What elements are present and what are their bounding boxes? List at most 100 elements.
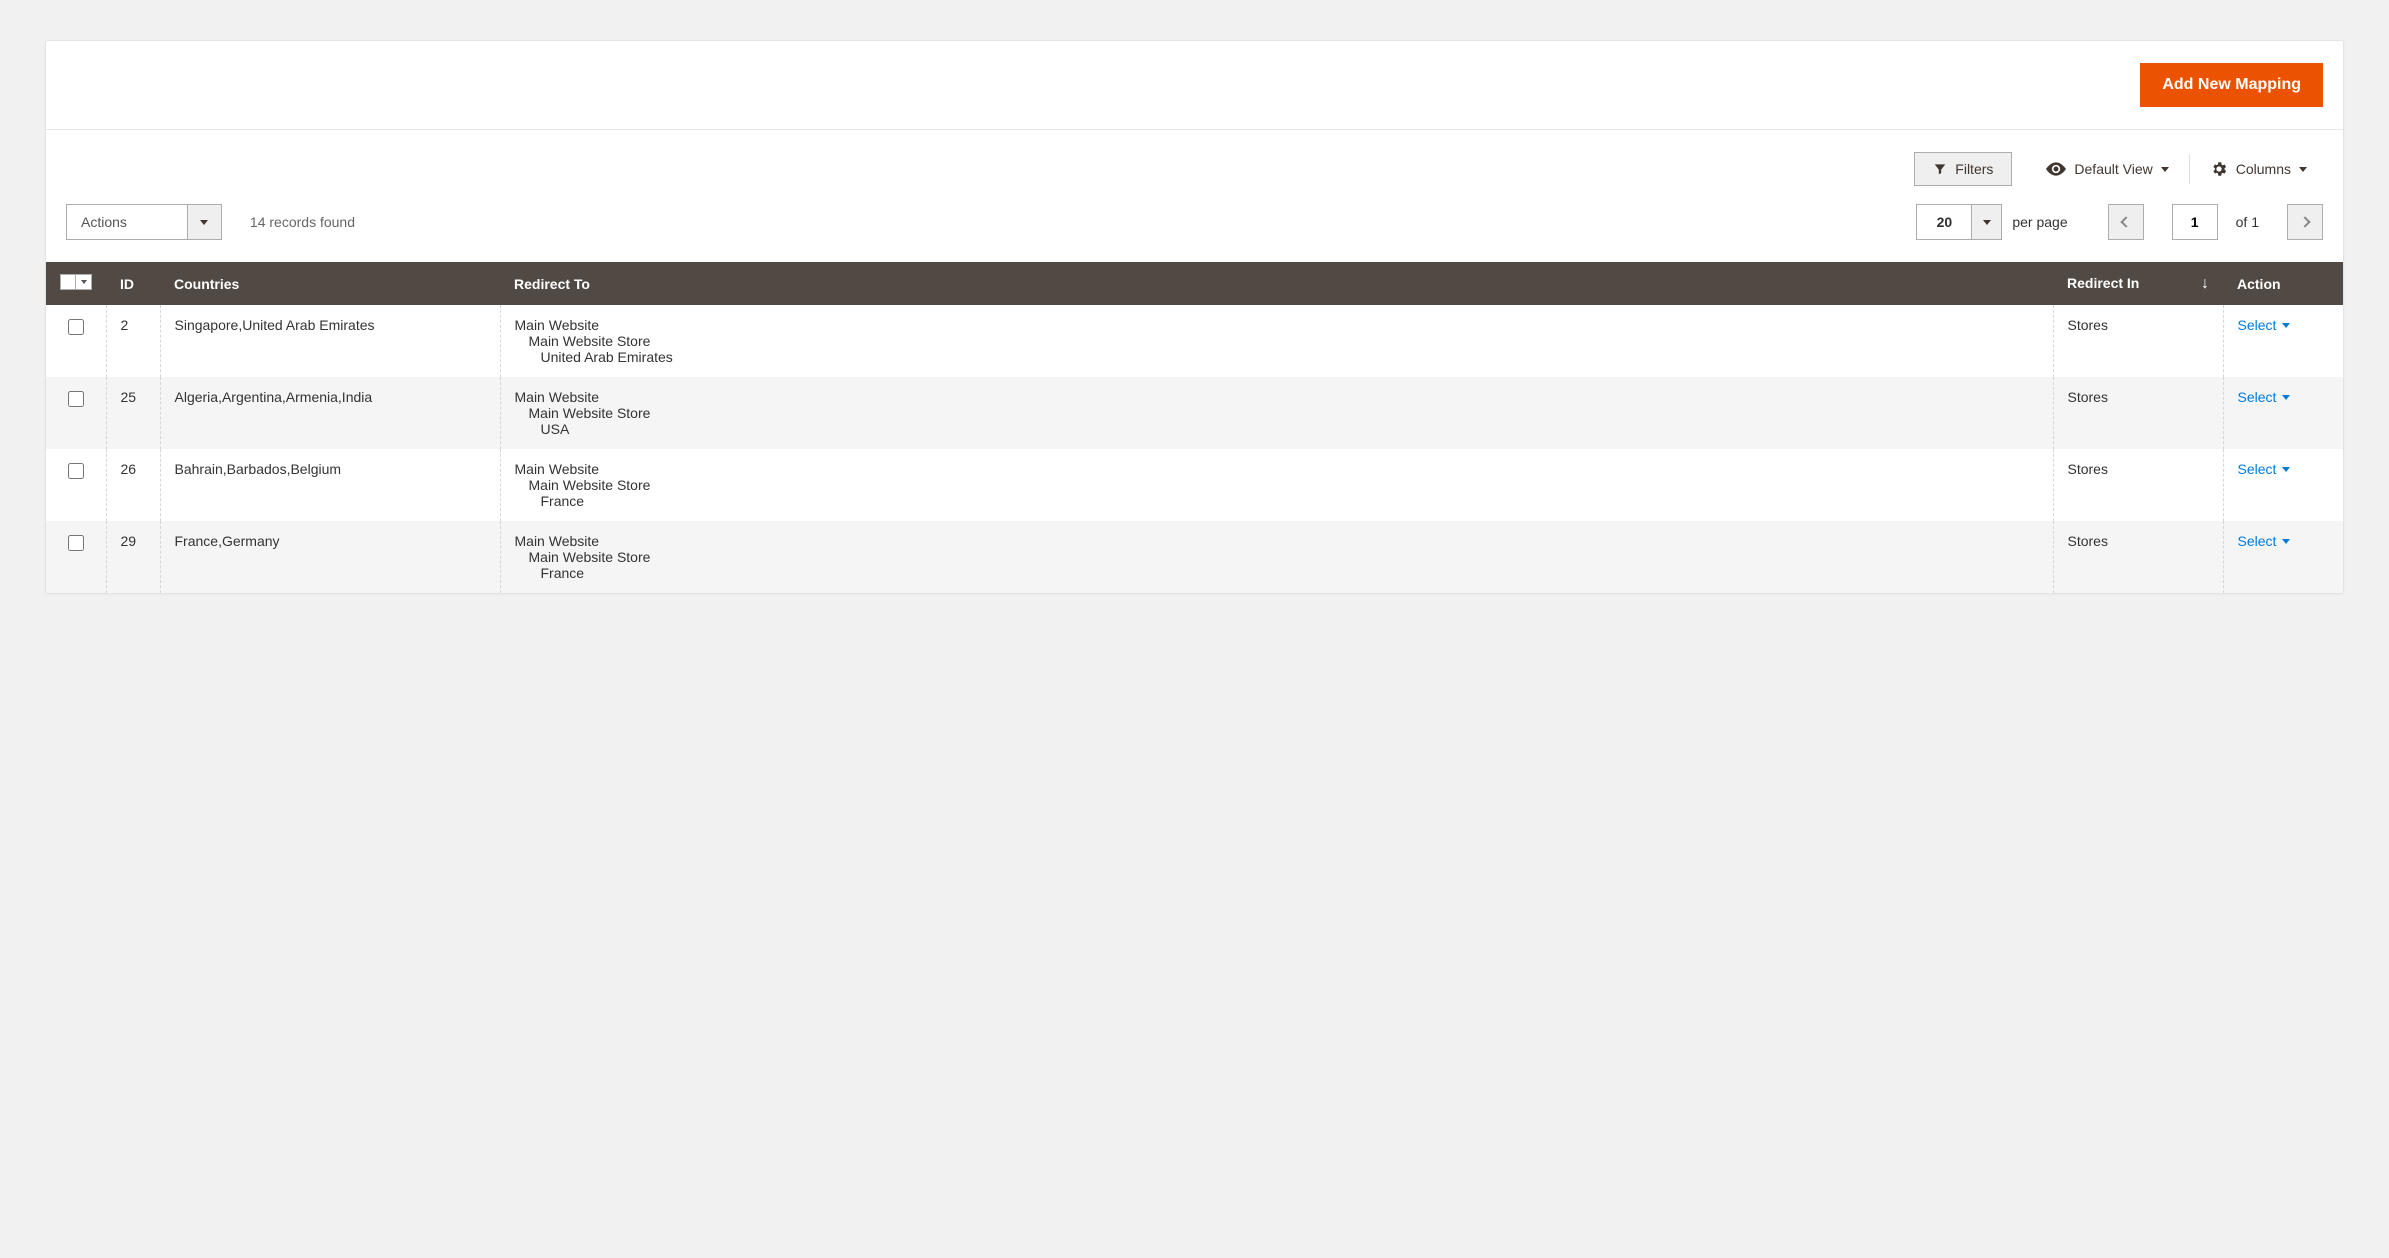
page-size-value: 20 (1917, 205, 1971, 239)
page-of-label: of 1 (2236, 214, 2259, 230)
chevron-right-icon (2299, 216, 2310, 227)
per-page-label: per page (2012, 214, 2067, 230)
row-action-cell: Select (2223, 521, 2343, 593)
row-redirect-in: Stores (2053, 377, 2223, 449)
add-new-mapping-button[interactable]: Add New Mapping (2140, 63, 2323, 107)
caret-down-icon (200, 220, 208, 225)
eye-icon (2046, 162, 2066, 176)
mass-actions-select[interactable]: Actions (66, 204, 222, 240)
caret-down-icon (2282, 467, 2290, 472)
row-checkbox-cell (46, 521, 106, 593)
current-page-input[interactable] (2172, 204, 2218, 240)
columns-label: Columns (2236, 161, 2291, 177)
row-redirect-to: Main WebsiteMain Website StoreFrance (500, 521, 2053, 593)
row-action-cell: Select (2223, 377, 2343, 449)
redirect-to-line: USA (515, 421, 2039, 437)
row-redirect-in: Stores (2053, 449, 2223, 521)
row-redirect-in: Stores (2053, 305, 2223, 377)
redirect-to-line: United Arab Emirates (515, 349, 2039, 365)
row-checkbox[interactable] (68, 319, 84, 335)
admin-grid-card: Add New Mapping Filters Default View Col… (45, 40, 2344, 594)
header-countries[interactable]: Countries (160, 262, 500, 305)
page-size-dropdown-toggle[interactable] (1971, 205, 2001, 239)
row-countries: France,Germany (160, 521, 500, 593)
actions-dropdown-toggle[interactable] (187, 205, 221, 239)
header-checkbox-col (46, 262, 106, 305)
header-action: Action (2223, 262, 2343, 305)
page-size-control: 20 per page (1916, 204, 2067, 240)
row-select-action[interactable]: Select (2238, 461, 2291, 477)
header-redirect-in-label: Redirect In (2067, 275, 2139, 291)
row-select-label: Select (2238, 461, 2277, 477)
redirect-to-line: Main Website Store (515, 405, 2039, 421)
row-redirect-in: Stores (2053, 521, 2223, 593)
table-row[interactable]: 29France,GermanyMain WebsiteMain Website… (46, 521, 2343, 593)
chevron-left-icon (2120, 216, 2131, 227)
row-id: 26 (106, 449, 160, 521)
redirect-to-line: Main Website (515, 533, 2039, 549)
next-page-button[interactable] (2287, 204, 2323, 240)
default-view-label: Default View (2074, 161, 2152, 177)
caret-down-icon (2161, 167, 2169, 172)
row-id: 29 (106, 521, 160, 593)
row-select-label: Select (2238, 533, 2277, 549)
header-redirect-to[interactable]: Redirect To (500, 262, 2053, 305)
header-redirect-in[interactable]: Redirect In ↓ (2053, 262, 2223, 305)
topbar: Add New Mapping (46, 41, 2343, 130)
row-checkbox-cell (46, 377, 106, 449)
select-all-checkbox[interactable] (60, 274, 76, 290)
gear-icon (2210, 160, 2228, 178)
caret-down-icon (2299, 167, 2307, 172)
caret-down-icon (2282, 395, 2290, 400)
table-row[interactable]: 26Bahrain,Barbados,BelgiumMain WebsiteMa… (46, 449, 2343, 521)
funnel-icon (1933, 162, 1947, 176)
columns-button[interactable]: Columns (2194, 152, 2323, 186)
filters-button[interactable]: Filters (1914, 152, 2012, 186)
row-select-action[interactable]: Select (2238, 389, 2291, 405)
row-checkbox-cell (46, 449, 106, 521)
redirect-to-line: Main Website Store (515, 549, 2039, 565)
redirect-to-line: Main Website (515, 317, 2039, 333)
actions-label: Actions (67, 205, 187, 239)
records-found-label: 14 records found (250, 214, 355, 230)
sort-arrow-down-icon: ↓ (2201, 275, 2209, 293)
row-id: 2 (106, 305, 160, 377)
row-id: 25 (106, 377, 160, 449)
prev-page-button[interactable] (2108, 204, 2144, 240)
row-checkbox[interactable] (68, 535, 84, 551)
grid-toolbar: Filters Default View Columns (46, 130, 2343, 186)
mappings-table: ID Countries Redirect To Redirect In ↓ A… (46, 262, 2343, 593)
row-checkbox-cell (46, 305, 106, 377)
redirect-to-line: Main Website (515, 461, 2039, 477)
row-countries: Singapore,United Arab Emirates (160, 305, 500, 377)
controlbar-left: Actions 14 records found (66, 204, 355, 240)
table-row[interactable]: 2Singapore,United Arab EmiratesMain Webs… (46, 305, 2343, 377)
row-action-cell: Select (2223, 305, 2343, 377)
table-header-row: ID Countries Redirect To Redirect In ↓ A… (46, 262, 2343, 305)
row-countries: Bahrain,Barbados,Belgium (160, 449, 500, 521)
row-action-cell: Select (2223, 449, 2343, 521)
row-countries: Algeria,Argentina,Armenia,India (160, 377, 500, 449)
redirect-to-line: France (515, 565, 2039, 581)
redirect-to-line: France (515, 493, 2039, 509)
row-checkbox[interactable] (68, 391, 84, 407)
row-redirect-to: Main WebsiteMain Website StoreUSA (500, 377, 2053, 449)
row-checkbox[interactable] (68, 463, 84, 479)
redirect-to-line: Main Website (515, 389, 2039, 405)
redirect-to-line: Main Website Store (515, 477, 2039, 493)
header-id[interactable]: ID (106, 262, 160, 305)
row-select-action[interactable]: Select (2238, 533, 2291, 549)
caret-down-icon (2282, 539, 2290, 544)
redirect-to-line: Main Website Store (515, 333, 2039, 349)
row-redirect-to: Main WebsiteMain Website StoreFrance (500, 449, 2053, 521)
page-size-select[interactable]: 20 (1916, 204, 2002, 240)
select-all-dropdown[interactable] (76, 274, 92, 290)
table-row[interactable]: 25Algeria,Argentina,Armenia,IndiaMain We… (46, 377, 2343, 449)
controlbar-right: 20 per page of 1 (1916, 204, 2323, 240)
caret-down-icon (2282, 323, 2290, 328)
toolbar-divider (2189, 154, 2190, 184)
row-select-label: Select (2238, 389, 2277, 405)
default-view-button[interactable]: Default View (2030, 153, 2184, 185)
row-redirect-to: Main WebsiteMain Website StoreUnited Ara… (500, 305, 2053, 377)
row-select-action[interactable]: Select (2238, 317, 2291, 333)
